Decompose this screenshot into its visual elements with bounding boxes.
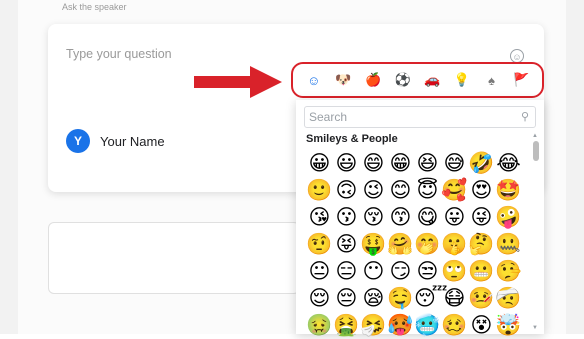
emoji-category-bar: ☺ 🐶 🍎 ⚽ 🚗 💡 ♠ 🚩	[291, 62, 544, 98]
emoji-item[interactable]: 🤢	[306, 312, 333, 339]
scroll-up-icon[interactable]: ▲	[532, 133, 538, 139]
emoji-item[interactable]: 😂	[495, 150, 522, 177]
emoji-item[interactable]: 😄	[360, 150, 387, 177]
emoji-item[interactable]: 🤨	[306, 231, 333, 258]
emoji-item[interactable]: 🥵	[387, 312, 414, 339]
emoji-item[interactable]: 😇	[414, 177, 441, 204]
avatar: Y	[66, 129, 90, 153]
emoji-item[interactable]: 😔	[333, 285, 360, 312]
search-icon: ⚲	[520, 111, 529, 123]
emoji-item[interactable]: 😬	[468, 258, 495, 285]
emoji-item[interactable]: 😐	[306, 258, 333, 285]
emoji-item[interactable]: 😜	[468, 204, 495, 231]
emoji-item[interactable]: 😀	[306, 150, 333, 177]
red-arrow-icon	[194, 66, 282, 98]
emoji-item[interactable]: 🤧	[360, 312, 387, 339]
emoji-item[interactable]: 🤫	[441, 231, 468, 258]
emoji-item[interactable]: 😌	[306, 285, 333, 312]
category-symbols-icon[interactable]: ♠	[481, 69, 503, 91]
category-flags-icon[interactable]: 🚩	[510, 69, 532, 91]
emoji-search-box: ⚲	[304, 106, 536, 128]
emoji-item[interactable]: 🤮	[333, 312, 360, 339]
emoji-item[interactable]: 🤪	[495, 204, 522, 231]
scroll-thumb[interactable]	[533, 141, 539, 161]
emoji-item[interactable]: 🤣	[468, 150, 495, 177]
emoji-item[interactable]: 🥶	[414, 312, 441, 339]
emoji-item[interactable]: 🤩	[495, 177, 522, 204]
emoji-item[interactable]: 🤭	[414, 231, 441, 258]
category-animals-icon[interactable]: 🐶	[332, 69, 354, 91]
emoji-item[interactable]: 😙	[387, 204, 414, 231]
emoji-section-title: Smileys & People	[306, 133, 398, 145]
emoji-item[interactable]: 😒	[414, 258, 441, 285]
emoji-item[interactable]: 🙂	[306, 177, 333, 204]
emoji-item[interactable]: 😏	[387, 258, 414, 285]
emoji-item[interactable]: 😛	[441, 204, 468, 231]
emoji-item[interactable]: 🥰	[441, 177, 468, 204]
emoji-item[interactable]: 🤑	[360, 231, 387, 258]
emoji-item[interactable]: 😊	[387, 177, 414, 204]
emoji-item[interactable]: 🙃	[333, 177, 360, 204]
emoji-item[interactable]: 😍	[468, 177, 495, 204]
emoji-item[interactable]: 😚	[360, 204, 387, 231]
category-food-icon[interactable]: 🍎	[362, 69, 384, 91]
question-input[interactable]: Type your question	[66, 47, 172, 61]
emoji-search-input[interactable]	[309, 109, 499, 125]
category-smileys-icon[interactable]: ☺	[303, 69, 325, 91]
emoji-item[interactable]: 😅	[441, 150, 468, 177]
emoji-scrollbar[interactable]: ▲ ▼	[532, 133, 540, 331]
emoji-item[interactable]: 🤗	[387, 231, 414, 258]
emoji-item[interactable]: 😉	[360, 177, 387, 204]
field-label: Ask the speaker	[62, 2, 127, 12]
emoji-item[interactable]: 😑	[333, 258, 360, 285]
emoji-picker: ⚲ Smileys & People 😀😃😄😁😆😅🤣😂 🙂🙃😉😊😇🥰😍🤩 😘😗😚😙😋…	[296, 100, 544, 337]
emoji-item[interactable]: 😁	[387, 150, 414, 177]
emoji-item[interactable]: 😝	[333, 231, 360, 258]
scroll-down-icon[interactable]: ▼	[532, 325, 538, 331]
emoji-grid: 😀 😃 😄 😁 😆 😅 🤣 😂 🙂 🙃 😉 😊 😇 🥰 😍 🤩 😘 😗 😚 😙 😋 😛 😜 🤪 🤨 😝 🤑 🤗 🤭 🤫 🤔 🤐 😐 😑 😶 😏 😒 🙄 😬 🤥…	[306, 150, 526, 339]
emoji-item[interactable]: 🙄	[441, 258, 468, 285]
emoji-item[interactable]: 😋	[414, 204, 441, 231]
emoji-item[interactable]: 😆	[414, 150, 441, 177]
emoji-item[interactable]: 🤒	[468, 285, 495, 312]
emoji-item[interactable]: 😗	[333, 204, 360, 231]
emoji-item[interactable]: 😴	[414, 285, 448, 312]
emoji-item[interactable]: 🤐	[495, 231, 522, 258]
author-row: Y Your Name	[66, 129, 165, 153]
emoji-item[interactable]: 😷	[441, 285, 468, 312]
emoji-item[interactable]: 😘	[306, 204, 333, 231]
emoji-item[interactable]: 😃	[333, 150, 360, 177]
emoji-item[interactable]: 🤔	[468, 231, 495, 258]
category-activity-icon[interactable]: ⚽	[392, 69, 414, 91]
author-name: Your Name	[100, 133, 165, 149]
emoji-item[interactable]: 🥴	[441, 312, 468, 339]
emoji-item[interactable]: 😶	[360, 258, 387, 285]
smiley-outline-icon[interactable]: ☺	[510, 49, 524, 63]
emoji-item[interactable]: 🤯	[495, 312, 522, 339]
emoji-item[interactable]: 😵	[468, 312, 495, 339]
secondary-card	[48, 222, 300, 294]
emoji-item[interactable]: 🤕	[495, 285, 522, 312]
emoji-item[interactable]: 🤤	[387, 285, 414, 312]
category-objects-icon[interactable]: 💡	[451, 69, 473, 91]
emoji-item[interactable]: 🤥	[495, 258, 522, 285]
emoji-item[interactable]: 😪	[360, 285, 387, 312]
category-travel-icon[interactable]: 🚗	[421, 69, 443, 91]
